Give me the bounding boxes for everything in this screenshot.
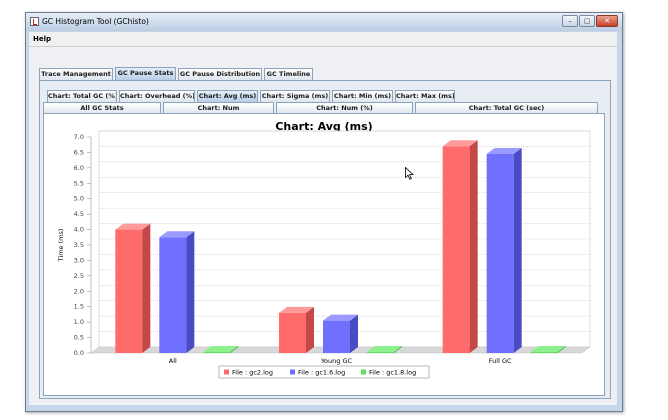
x-category-label: Full GC: [489, 357, 512, 365]
bar-file-gc1-6-log-full-gc-side: [513, 147, 522, 353]
bar-file-gc2-log-full-gc: [442, 146, 470, 353]
bar-file-gc1-8-log-young-gc: [367, 352, 394, 353]
content-area: Trace Management GC Pause Stats GC Pause…: [29, 47, 617, 405]
x-category-label: Young GC: [320, 357, 353, 365]
pointer-cursor-icon: [405, 167, 414, 180]
bar-file-gc1-8-log-all: [203, 352, 231, 353]
minimize-button[interactable]: –: [562, 15, 578, 27]
bar-file-gc2-log-young-gc-side: [306, 306, 314, 353]
tab-gc-pause-distribution[interactable]: GC Pause Distribution: [178, 68, 262, 80]
tab-chart-avg[interactable]: Chart: Avg (ms): [197, 90, 258, 102]
tab-chart-total-gc[interactable]: Chart: Total GC (%): [47, 90, 117, 102]
y-tick-label: 1.0: [74, 318, 84, 326]
y-tick-label: 4.0: [74, 226, 84, 234]
y-tick-label: 2.0: [74, 287, 84, 295]
bar-file-gc1-6-log-young-gc-side: [350, 314, 358, 353]
close-button[interactable]: ✕: [596, 15, 618, 27]
y-tick-label: 1.5: [74, 303, 84, 311]
y-tick-label: 0.5: [74, 334, 84, 342]
legend-swatch: [290, 369, 295, 375]
tab-chart-max[interactable]: Chart: Max (ms): [395, 90, 455, 102]
avg-bar-chart: Chart: Avg (ms)0.00.51.01.52.02.53.03.54…: [57, 120, 591, 379]
chart-panel: Chart: Avg (ms) 0.0 0.5 1.0 1.5 2.0 2.5 3.0 3.5 4…: [43, 113, 605, 396]
bar-file-gc1-6-log-young-gc: [323, 320, 350, 353]
window-title: GC Histogram Tool (GChisto): [42, 17, 149, 26]
maximize-button[interactable]: ▢: [579, 15, 595, 27]
bar-file-gc1-8-log-full-gc: [530, 352, 558, 353]
legend-swatch: [224, 369, 229, 375]
y-tick-label: 0.0: [74, 349, 84, 357]
y-tick-label: 3.5: [74, 241, 84, 249]
y-tick-label: 7.0: [74, 133, 84, 141]
tab-gc-pause-stats[interactable]: GC Pause Stats: [115, 67, 176, 80]
bar-file-gc1-6-log-all-side: [186, 231, 195, 353]
y-axis-label: Time (ms): [57, 229, 65, 263]
bar-file-gc2-log-all-side: [142, 223, 151, 353]
tab-chart-min[interactable]: Chart: Min (ms): [332, 90, 393, 102]
menu-bar: Help: [29, 32, 617, 47]
bar-file-gc2-log-all: [115, 229, 143, 353]
legend-label: File : gc1.8.log: [369, 369, 416, 377]
y-tick-label: 3.0: [74, 256, 84, 264]
bar-file-gc1-6-log-all: [159, 237, 187, 353]
bar-file-gc2-log-young-gc: [279, 312, 306, 353]
legend-label: File : gc2.log: [232, 369, 273, 377]
y-tick-label: 5.5: [74, 179, 84, 187]
y-tick-label: 5.0: [74, 195, 84, 203]
y-tick-label: 6.0: [74, 164, 84, 172]
y-tick-label: 2.5: [74, 272, 84, 280]
tab-chart-sigma[interactable]: Chart: Sigma (ms): [260, 90, 330, 102]
legend-label: File : gc1.6.log: [298, 369, 345, 377]
app-window: GC Histogram Tool (GChisto) – ▢ ✕ Help T…: [25, 12, 623, 412]
title-bar[interactable]: GC Histogram Tool (GChisto) – ▢ ✕: [26, 13, 622, 31]
x-category-label: All: [169, 357, 177, 365]
tab-chart-overhead[interactable]: Chart: Overhead (%): [119, 90, 195, 102]
menu-help[interactable]: Help: [33, 35, 51, 43]
app-icon: [30, 17, 39, 26]
tab-trace-management[interactable]: Trace Management: [39, 68, 113, 80]
tab-gc-timeline[interactable]: GC Timeline: [264, 68, 313, 80]
bar-file-gc2-log-full-gc-side: [469, 140, 478, 353]
legend-swatch: [361, 369, 366, 375]
y-tick-label: 4.5: [74, 210, 84, 218]
y-tick-label: 6.5: [74, 148, 84, 156]
bar-file-gc1-6-log-full-gc: [486, 153, 514, 353]
